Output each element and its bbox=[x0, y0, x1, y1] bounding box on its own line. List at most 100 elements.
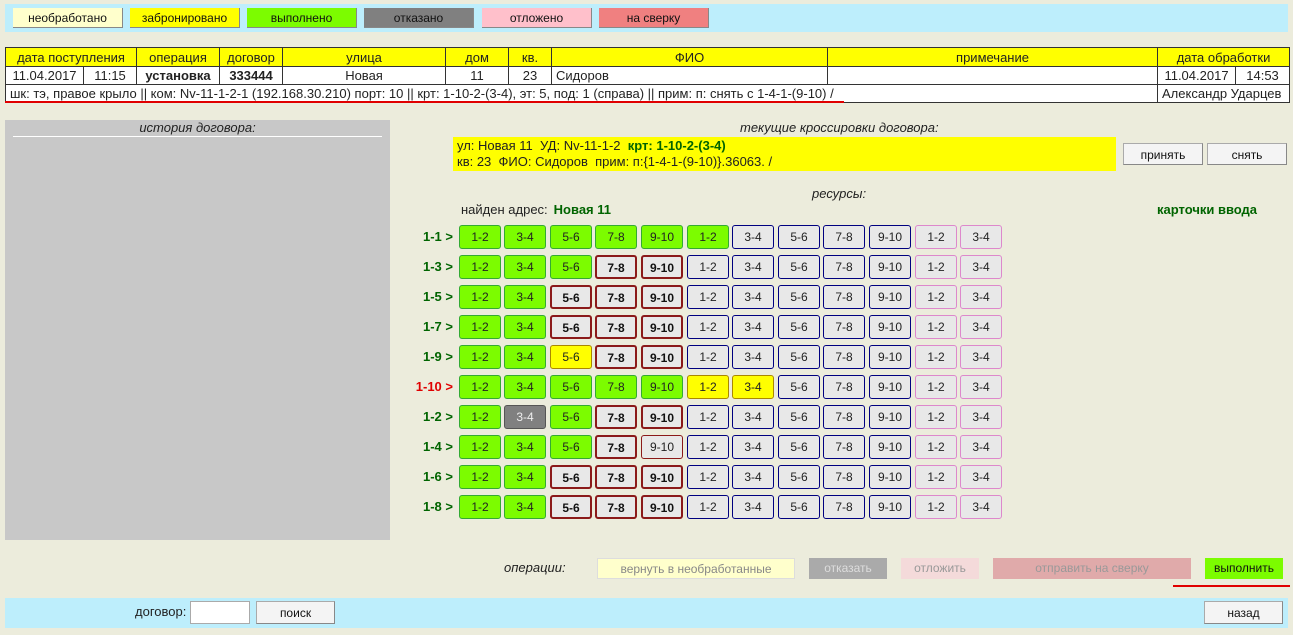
port-button[interactable]: 7-8 bbox=[823, 345, 865, 369]
port-button[interactable]: 3-4 bbox=[504, 405, 546, 429]
port-button[interactable]: 3-4 bbox=[960, 255, 1002, 279]
port-button[interactable]: 3-4 bbox=[504, 315, 546, 339]
port-button[interactable]: 5-6 bbox=[778, 405, 820, 429]
port-button[interactable]: 1-2 bbox=[687, 375, 729, 399]
port-button[interactable]: 5-6 bbox=[550, 495, 592, 519]
status-done-button[interactable]: выполнено bbox=[247, 8, 357, 28]
port-button[interactable]: 9-10 bbox=[641, 435, 683, 459]
port-button[interactable]: 3-4 bbox=[960, 375, 1002, 399]
port-button[interactable]: 3-4 bbox=[732, 495, 774, 519]
port-button[interactable]: 7-8 bbox=[595, 435, 637, 459]
port-button[interactable]: 7-8 bbox=[595, 255, 637, 279]
port-button[interactable]: 7-8 bbox=[595, 345, 637, 369]
port-button[interactable]: 5-6 bbox=[550, 345, 592, 369]
port-button[interactable]: 9-10 bbox=[869, 225, 911, 249]
port-button[interactable]: 7-8 bbox=[823, 435, 865, 459]
port-button[interactable]: 5-6 bbox=[550, 255, 592, 279]
port-button[interactable]: 7-8 bbox=[823, 375, 865, 399]
search-button[interactable]: поиск bbox=[256, 601, 335, 624]
port-button[interactable]: 9-10 bbox=[641, 405, 683, 429]
port-button[interactable]: 5-6 bbox=[550, 375, 592, 399]
port-button[interactable]: 3-4 bbox=[960, 435, 1002, 459]
port-button[interactable]: 7-8 bbox=[595, 465, 637, 489]
port-button[interactable]: 1-2 bbox=[915, 315, 957, 339]
port-button[interactable]: 5-6 bbox=[550, 435, 592, 459]
port-button[interactable]: 9-10 bbox=[641, 345, 683, 369]
port-button[interactable]: 3-4 bbox=[504, 495, 546, 519]
port-button[interactable]: 3-4 bbox=[732, 315, 774, 339]
port-button[interactable]: 3-4 bbox=[732, 225, 774, 249]
port-button[interactable]: 3-4 bbox=[504, 255, 546, 279]
port-button[interactable]: 5-6 bbox=[778, 225, 820, 249]
return-unprocessed-button[interactable]: вернуть в необработанные bbox=[597, 558, 795, 579]
input-cards-link[interactable]: карточки ввода bbox=[1157, 202, 1257, 217]
port-button[interactable]: 9-10 bbox=[869, 315, 911, 339]
port-button[interactable]: 1-2 bbox=[915, 285, 957, 309]
port-button[interactable]: 5-6 bbox=[550, 225, 592, 249]
port-button[interactable]: 1-2 bbox=[915, 465, 957, 489]
port-button[interactable]: 9-10 bbox=[641, 465, 683, 489]
port-button[interactable]: 1-2 bbox=[459, 375, 501, 399]
port-button[interactable]: 9-10 bbox=[641, 255, 683, 279]
port-button[interactable]: 9-10 bbox=[641, 375, 683, 399]
port-button[interactable]: 1-2 bbox=[687, 285, 729, 309]
port-button[interactable]: 1-2 bbox=[459, 435, 501, 459]
port-button[interactable]: 9-10 bbox=[641, 315, 683, 339]
port-button[interactable]: 3-4 bbox=[732, 255, 774, 279]
port-button[interactable]: 9-10 bbox=[869, 255, 911, 279]
port-button[interactable]: 9-10 bbox=[869, 285, 911, 309]
port-button[interactable]: 1-2 bbox=[459, 495, 501, 519]
port-button[interactable]: 5-6 bbox=[778, 435, 820, 459]
port-button[interactable]: 1-2 bbox=[687, 405, 729, 429]
port-button[interactable]: 3-4 bbox=[732, 375, 774, 399]
postpone-button[interactable]: отложить bbox=[901, 558, 979, 579]
port-button[interactable]: 1-2 bbox=[459, 315, 501, 339]
port-button[interactable]: 1-2 bbox=[459, 345, 501, 369]
port-button[interactable]: 1-2 bbox=[459, 285, 501, 309]
port-button[interactable]: 5-6 bbox=[778, 465, 820, 489]
port-button[interactable]: 7-8 bbox=[823, 255, 865, 279]
port-button[interactable]: 7-8 bbox=[595, 405, 637, 429]
port-button[interactable]: 1-2 bbox=[915, 405, 957, 429]
port-button[interactable]: 9-10 bbox=[641, 285, 683, 309]
port-button[interactable]: 3-4 bbox=[732, 405, 774, 429]
port-button[interactable]: 9-10 bbox=[869, 435, 911, 459]
port-button[interactable]: 1-2 bbox=[915, 375, 957, 399]
port-button[interactable]: 7-8 bbox=[595, 495, 637, 519]
port-button[interactable]: 3-4 bbox=[504, 345, 546, 369]
port-button[interactable]: 3-4 bbox=[732, 465, 774, 489]
port-button[interactable]: 1-2 bbox=[459, 465, 501, 489]
port-button[interactable]: 1-2 bbox=[915, 435, 957, 459]
port-button[interactable]: 7-8 bbox=[595, 225, 637, 249]
port-button[interactable]: 5-6 bbox=[778, 495, 820, 519]
status-unprocessed-button[interactable]: необработано bbox=[13, 8, 123, 28]
port-button[interactable]: 9-10 bbox=[869, 405, 911, 429]
port-button[interactable]: 9-10 bbox=[641, 495, 683, 519]
port-button[interactable]: 1-2 bbox=[687, 315, 729, 339]
port-button[interactable]: 5-6 bbox=[778, 345, 820, 369]
port-button[interactable]: 9-10 bbox=[869, 345, 911, 369]
port-button[interactable]: 7-8 bbox=[595, 315, 637, 339]
port-button[interactable]: 7-8 bbox=[823, 285, 865, 309]
port-button[interactable]: 5-6 bbox=[550, 465, 592, 489]
port-button[interactable]: 5-6 bbox=[778, 285, 820, 309]
back-button[interactable]: назад bbox=[1204, 601, 1283, 624]
port-button[interactable]: 3-4 bbox=[960, 495, 1002, 519]
port-button[interactable]: 1-2 bbox=[459, 405, 501, 429]
port-button[interactable]: 9-10 bbox=[641, 225, 683, 249]
port-button[interactable]: 1-2 bbox=[915, 345, 957, 369]
port-button[interactable]: 7-8 bbox=[595, 285, 637, 309]
port-button[interactable]: 5-6 bbox=[550, 285, 592, 309]
port-button[interactable]: 1-2 bbox=[915, 255, 957, 279]
port-button[interactable]: 7-8 bbox=[823, 405, 865, 429]
port-button[interactable]: 7-8 bbox=[823, 495, 865, 519]
port-button[interactable]: 3-4 bbox=[504, 435, 546, 459]
port-button[interactable]: 1-2 bbox=[687, 255, 729, 279]
port-button[interactable]: 1-2 bbox=[915, 225, 957, 249]
port-button[interactable]: 1-2 bbox=[459, 225, 501, 249]
status-reserved-button[interactable]: забронировано bbox=[130, 8, 240, 28]
port-button[interactable]: 3-4 bbox=[960, 285, 1002, 309]
port-button[interactable]: 5-6 bbox=[778, 375, 820, 399]
port-button[interactable]: 3-4 bbox=[732, 285, 774, 309]
port-button[interactable]: 3-4 bbox=[732, 435, 774, 459]
